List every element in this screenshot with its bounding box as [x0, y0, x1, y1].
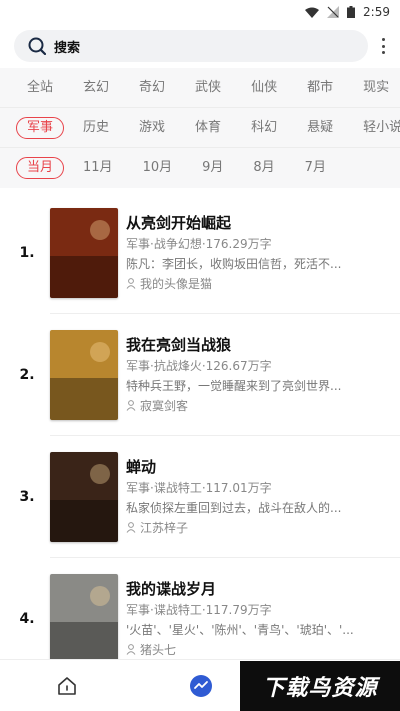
site-filter-chip[interactable]: 全站: [16, 77, 64, 99]
rank-number: 1.: [19, 245, 35, 261]
genre-filter-chip[interactable]: 体育: [184, 117, 232, 139]
user-icon: [126, 278, 136, 289]
site-filter-chip[interactable]: 都市: [296, 77, 344, 99]
nav-home[interactable]: [0, 676, 134, 696]
site-filter-chip[interactable]: 奇幻: [128, 77, 176, 99]
genre-filter-chip[interactable]: 军事: [16, 116, 65, 139]
genre-filter-chip[interactable]: 科幻: [240, 117, 288, 139]
book-cover[interactable]: [50, 452, 118, 542]
cover-shade: [50, 622, 118, 664]
book-meta: 军事·谍战特工·117.01万字: [126, 480, 272, 495]
site-filter-chip[interactable]: 仙侠: [240, 77, 288, 99]
cover-highlight: [90, 342, 110, 362]
genre-filter-row: 军事 历史 游戏 体育 科幻 悬疑 轻小说: [0, 108, 400, 148]
book-author: 猪头七: [126, 640, 388, 660]
book-title[interactable]: 蝉动: [126, 457, 388, 477]
search-label: 搜索: [54, 40, 81, 56]
period-filter-chip[interactable]: 8月: [242, 157, 285, 179]
site-filter-row: 全站 玄幻 奇幻 武侠 仙侠 都市 现实: [0, 68, 400, 108]
user-icon: [126, 522, 136, 533]
period-filter-chip[interactable]: 9月: [191, 157, 234, 179]
book-list-item[interactable]: 2. 我在亮剑当战狼军事·抗战烽火·126.67万字特种兵王野，一觉睡醒来到了亮剑…: [0, 314, 400, 436]
rank-number: 3.: [19, 489, 35, 505]
home-icon: [58, 676, 76, 695]
cover-shade: [50, 256, 118, 298]
book-info: 我在亮剑当战狼军事·抗战烽火·126.67万字特种兵王野，一觉睡醒来到了亮剑世界…: [126, 335, 388, 416]
book-list-item[interactable]: 3. 蝉动军事·谍战特工·117.01万字私家侦探左重回到过去，战斗在敌人的...…: [0, 436, 400, 558]
genre-filter-chip[interactable]: 轻小说: [352, 117, 400, 139]
signal-icon: [327, 6, 340, 18]
clock: 2:59: [363, 5, 390, 19]
search-row: 搜索: [0, 24, 400, 68]
book-title[interactable]: 从亮剑开始崛起: [126, 213, 388, 233]
cover-art: [50, 574, 118, 664]
more-menu-icon[interactable]: [380, 38, 386, 54]
book-author: 寂寞剑客: [126, 396, 388, 416]
author-name: 猪头七: [140, 642, 177, 657]
user-icon: [126, 400, 136, 411]
book-list-item[interactable]: 1. 从亮剑开始崛起军事·战争幻想·176.29万字陈凡：李团长，收购坂田信哲，死…: [0, 192, 400, 314]
rank-number: 2.: [19, 367, 35, 383]
site-filter-chip[interactable]: 现实: [352, 77, 400, 99]
cover-shade: [50, 378, 118, 420]
book-title[interactable]: 我的谍战岁月: [126, 579, 388, 599]
cover-highlight: [90, 586, 110, 606]
period-filter-chip[interactable]: 10月: [132, 157, 184, 179]
search-input[interactable]: 搜索: [14, 30, 368, 62]
book-description: 陈凡：李团长，收购坂田信哲，死活不...: [126, 256, 342, 271]
book-description: 特种兵王野，一觉睡醒来到了亮剑世界...: [126, 378, 342, 393]
rank-number: 4.: [19, 611, 35, 627]
period-filter-chip[interactable]: 11月: [72, 157, 124, 179]
author-name: 我的头像是猫: [140, 276, 213, 291]
book-title[interactable]: 我在亮剑当战狼: [126, 335, 388, 355]
book-cover[interactable]: [50, 208, 118, 298]
genre-filter-chip[interactable]: 游戏: [128, 117, 176, 139]
book-description: 私家侦探左重回到过去，战斗在敌人的...: [126, 500, 342, 515]
period-filter-chip[interactable]: 当月: [16, 157, 65, 179]
cover-art: [50, 208, 118, 298]
cover-art: [50, 330, 118, 420]
status-bar: 2:59: [0, 0, 400, 24]
book-info: 从亮剑开始崛起军事·战争幻想·176.29万字陈凡：李团长，收购坂田信哲，死活不…: [126, 213, 388, 294]
filter-panel: 全站 玄幻 奇幻 武侠 仙侠 都市 现实 军事 历史 游戏 体育 科幻 悬疑 轻小说 当月 11月 10月 9…: [0, 68, 400, 188]
book-meta: 军事·战争幻想·176.29万字: [126, 236, 272, 251]
cover-highlight: [90, 464, 110, 484]
cover-shade: [50, 500, 118, 542]
genre-filter-chip[interactable]: 历史: [72, 117, 120, 139]
book-cover[interactable]: [50, 330, 118, 420]
user-icon: [126, 644, 136, 655]
book-ranking-list: 1. 从亮剑开始崛起军事·战争幻想·176.29万字陈凡：李团长，收购坂田信哲，死…: [0, 192, 400, 680]
search-icon: [28, 37, 46, 55]
period-filter-row: 当月 11月 10月 9月 8月 7月: [0, 148, 400, 188]
site-filter-chip[interactable]: 武侠: [184, 77, 232, 99]
book-cover[interactable]: [50, 574, 118, 664]
book-author: 我的头像是猫: [126, 274, 388, 294]
book-description: '火苗'、'星火'、'陈州'、'青鸟'、'琥珀'、'...: [126, 622, 354, 637]
period-filter-chip[interactable]: 7月: [294, 157, 337, 179]
book-meta: 军事·抗战烽火·126.67万字: [126, 358, 272, 373]
cover-art: [50, 452, 118, 542]
watermark-logo: 下载鸟资源: [240, 661, 400, 711]
genre-filter-chip[interactable]: 悬疑: [296, 117, 344, 139]
book-meta: 军事·谍战特工·117.79万字: [126, 602, 272, 617]
watermark-text: 下载鸟资源: [262, 676, 378, 701]
trend-icon: [190, 674, 212, 697]
book-author: 江苏梓子: [126, 518, 388, 538]
author-name: 江苏梓子: [140, 520, 189, 535]
battery-icon: [347, 6, 356, 18]
book-info: 蝉动军事·谍战特工·117.01万字私家侦探左重回到过去，战斗在敌人的... 江苏…: [126, 457, 388, 538]
wifi-icon: [305, 7, 320, 18]
cover-highlight: [90, 220, 110, 240]
author-name: 寂寞剑客: [140, 398, 189, 413]
site-filter-chip[interactable]: 玄幻: [72, 77, 120, 99]
book-info: 我的谍战岁月军事·谍战特工·117.79万字 '火苗'、'星火'、'陈州'、'青鸟…: [126, 579, 388, 660]
